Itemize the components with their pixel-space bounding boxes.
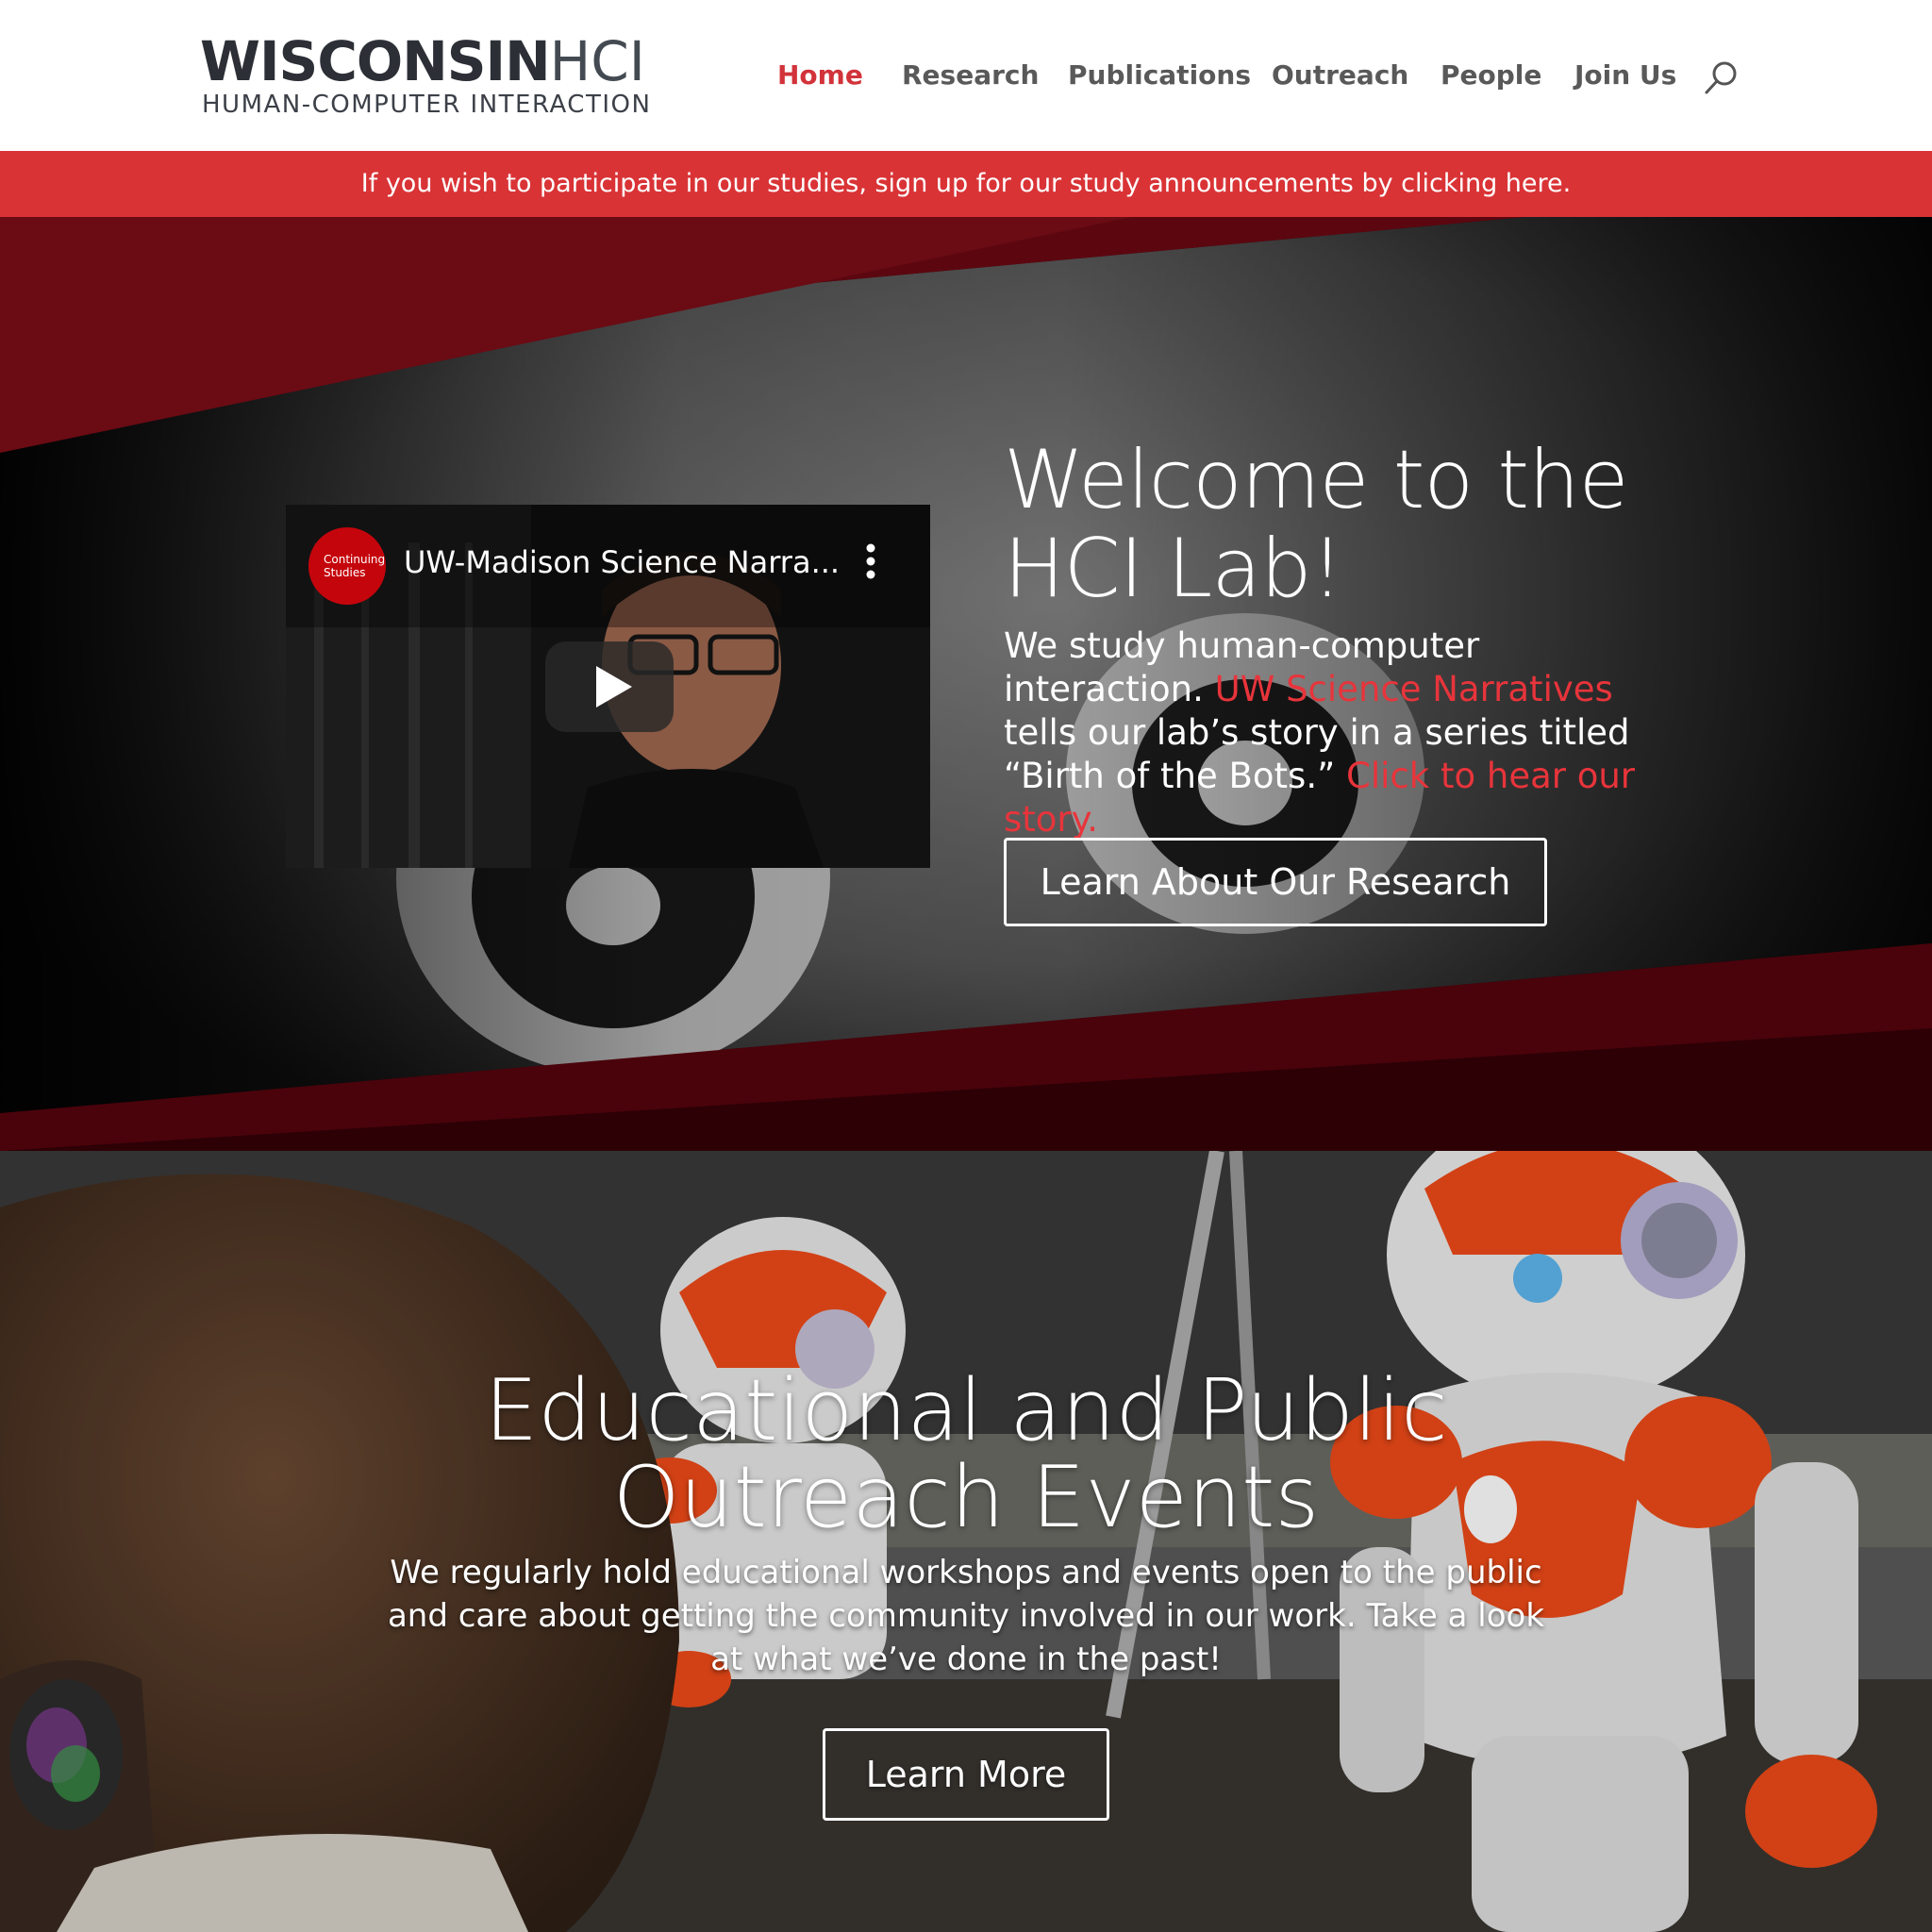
uw-science-narratives-link[interactable]: UW Science Narratives (1215, 669, 1613, 709)
announcement-text[interactable]: If you wish to participate in our studie… (361, 169, 1571, 198)
hero-title: Welcome to the HCI Lab! (1004, 433, 1629, 616)
channel-logo-text: Continuing Studies (324, 553, 386, 579)
announcement-bar[interactable]: If you wish to participate in our studie… (0, 151, 1932, 217)
outreach-title: Educational and Public Outreach Events (484, 1361, 1448, 1547)
nav-research[interactable]: Research (902, 55, 1039, 96)
video-embed[interactable]: Continuing Studies UW-Madison Science Na… (286, 505, 930, 868)
nav-home[interactable]: Home (777, 55, 863, 96)
logo-wordmark: WISCONSINHCI (200, 30, 645, 92)
hero-paragraph: We study human-computer interaction. UW … (1004, 625, 1645, 841)
logo-bold-text: WISCONSIN (200, 29, 551, 93)
video-play-button[interactable] (545, 641, 674, 732)
learn-about-research-button[interactable]: Learn About Our Research (1004, 838, 1547, 926)
channel-logo[interactable]: Continuing Studies (308, 527, 386, 605)
video-title[interactable]: UW-Madison Science Narra... (404, 544, 840, 580)
logo-light-text: HCI (549, 29, 645, 93)
outreach-section: Educational and Public Outreach Events W… (0, 1151, 1932, 1932)
nav-publications[interactable]: Publications (1068, 55, 1251, 96)
nav-people[interactable]: People (1441, 55, 1541, 96)
hero-section: Continuing Studies UW-Madison Science Na… (0, 217, 1932, 1151)
nav-outreach[interactable]: Outreach (1272, 55, 1408, 96)
learn-more-button[interactable]: Learn More (823, 1728, 1109, 1821)
outreach-paragraph: We regularly hold educational workshops … (387, 1554, 1545, 1678)
nav-join-us[interactable]: Join Us (1574, 55, 1676, 96)
search-icon[interactable] (1702, 58, 1740, 96)
site-header: WISCONSINHCI HUMAN-COMPUTER INTERACTION … (0, 0, 1932, 151)
site-logo[interactable]: WISCONSINHCI HUMAN-COMPUTER INTERACTION (200, 30, 653, 121)
logo-subtitle: HUMAN-COMPUTER INTERACTION (202, 91, 652, 119)
more-vert-icon[interactable] (861, 542, 880, 580)
play-icon (596, 666, 632, 708)
